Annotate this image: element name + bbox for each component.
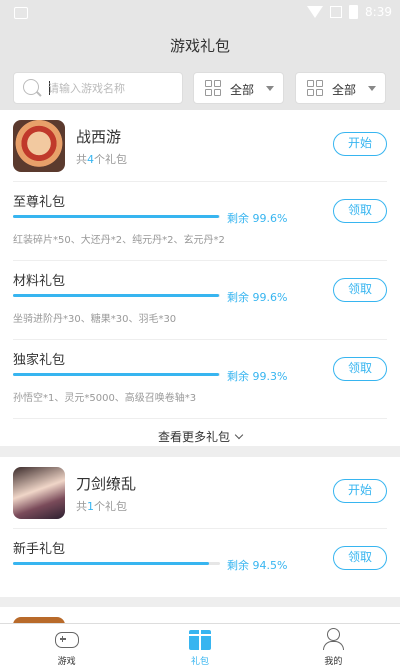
gift-item: 至尊礼包 剩余 99.6% 红装碎片*50、大还丹*2、纯元丹*2、玄元丹*2 … — [13, 182, 387, 261]
gift-item: 独家礼包 剩余 99.3% 孙悟空*1、灵元*5000、高级召唤卷轴*3 领取 — [13, 340, 387, 419]
remaining-bar-fill — [13, 373, 219, 376]
grid-icon — [307, 80, 323, 96]
tab-label: 我的 — [324, 657, 343, 667]
view-more-label: 查看更多礼包 — [157, 430, 230, 444]
filter-bar: 全部 全部 — [0, 62, 400, 110]
game-name: 刀剑缭乱 — [76, 475, 137, 493]
search-input[interactable] — [48, 76, 178, 100]
signal-icon — [330, 6, 343, 18]
page-title: 游戏礼包 — [0, 26, 400, 62]
gift-item: 材料礼包 剩余 99.6% 坐骑进阶丹*30、糖果*30、羽毛*30 领取 — [13, 261, 387, 340]
remaining-bar-fill — [13, 294, 220, 297]
gamepad-icon — [54, 632, 79, 648]
remaining-bar — [13, 373, 220, 376]
game-avatar[interactable] — [13, 467, 65, 519]
remaining-bar — [13, 562, 220, 565]
search-icon — [23, 79, 39, 95]
category-dropdown[interactable]: 全部 — [193, 72, 284, 104]
tab-games[interactable]: 游戏 — [0, 624, 133, 667]
status-icons: 8:39 — [307, 5, 392, 19]
start-button[interactable]: 开始 — [333, 132, 387, 156]
search-box[interactable] — [13, 72, 183, 104]
gift-name: 材料礼包 — [13, 274, 66, 289]
notification-icon — [14, 7, 28, 19]
claim-button[interactable]: 领取 — [333, 546, 387, 570]
claim-button[interactable]: 领取 — [333, 357, 387, 381]
dropdown-label: 全部 — [332, 83, 357, 97]
user-icon — [322, 628, 345, 650]
status-time: 8:39 — [365, 5, 392, 19]
remaining-bar-fill — [13, 215, 220, 218]
tab-label: 礼包 — [190, 657, 209, 667]
gift-icon — [187, 630, 212, 650]
remaining-text: 剩余 99.6% — [227, 291, 288, 304]
dropdown-arrow-icon — [368, 86, 376, 91]
battery-icon — [349, 5, 359, 19]
wifi-icon — [307, 6, 324, 18]
remaining-text: 剩余 99.3% — [227, 370, 288, 383]
chevron-down-icon — [234, 430, 244, 440]
gift-item: 新手礼包 剩余 94.5% 领取 — [13, 529, 387, 608]
remaining-text: 剩余 94.5% — [227, 559, 288, 572]
dropdown-label: 全部 — [230, 83, 255, 97]
bottom-tab-bar: 游戏 礼包 我的 — [0, 623, 400, 667]
remaining-text: 剩余 99.6% — [227, 212, 288, 225]
tab-label: 游戏 — [57, 657, 76, 667]
remaining-bar-fill — [13, 562, 209, 565]
gift-contents: 坐骑进阶丹*30、糖果*30、羽毛*30 — [13, 314, 177, 325]
dropdown-arrow-icon — [266, 86, 274, 91]
remaining-bar — [13, 215, 220, 218]
view-more-gifts-link[interactable]: 查看更多礼包 — [0, 419, 400, 455]
claim-button[interactable]: 领取 — [333, 278, 387, 302]
tab-gifts[interactable]: 礼包 — [133, 624, 266, 667]
status-bar: 8:39 — [0, 0, 400, 26]
gift-count: 共1个礼包 — [76, 500, 127, 513]
game-avatar[interactable] — [13, 120, 65, 172]
game-card: 战西游 共4个礼包 开始 至尊礼包 剩余 99.6% 红装碎片*50、大还丹*2… — [0, 110, 400, 446]
remaining-bar — [13, 294, 220, 297]
start-button[interactable]: 开始 — [333, 479, 387, 503]
game-header: 刀剑缭乱 共1个礼包 开始 — [13, 457, 387, 529]
gift-name: 新手礼包 — [13, 542, 66, 557]
game-header: 战西游 共4个礼包 开始 — [13, 110, 387, 182]
gift-name: 独家礼包 — [13, 353, 66, 368]
game-card: 刀剑缭乱 共1个礼包 开始 新手礼包 剩余 94.5% 领取 — [0, 457, 400, 597]
gift-count: 共4个礼包 — [76, 153, 127, 166]
gift-name: 至尊礼包 — [13, 195, 66, 210]
gift-contents: 孙悟空*1、灵元*5000、高级召唤卷轴*3 — [13, 393, 197, 404]
gift-contents: 红装碎片*50、大还丹*2、纯元丹*2、玄元丹*2 — [13, 235, 225, 246]
game-name: 战西游 — [76, 128, 122, 146]
grid-icon — [205, 80, 221, 96]
tab-mine[interactable]: 我的 — [267, 624, 400, 667]
type-dropdown[interactable]: 全部 — [295, 72, 386, 104]
claim-button[interactable]: 领取 — [333, 199, 387, 223]
